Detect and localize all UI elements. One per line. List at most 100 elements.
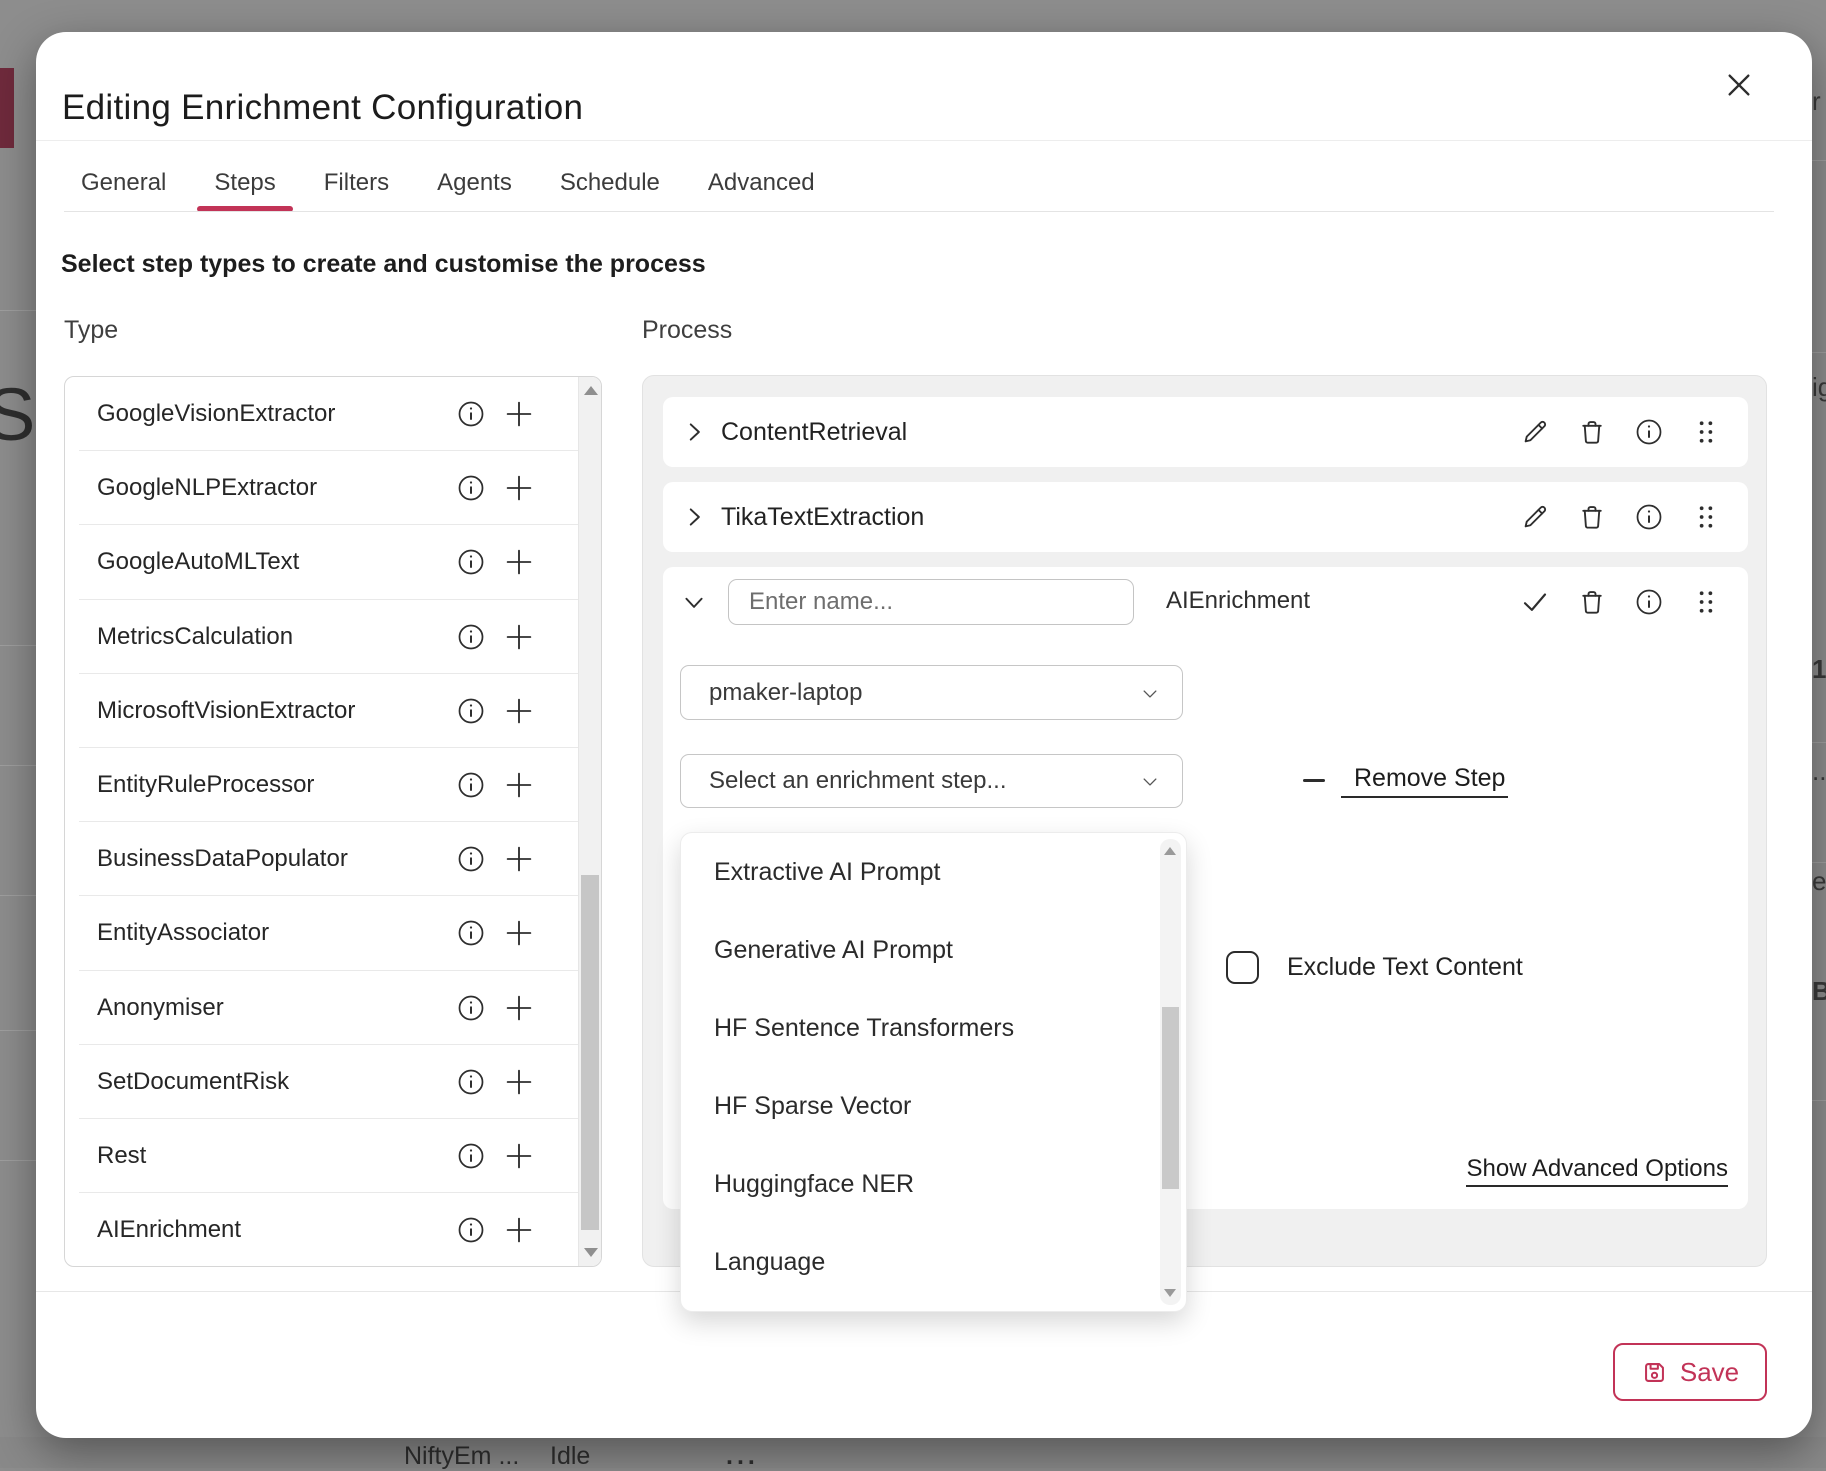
step-type-name: GoogleNLPExtractor xyxy=(97,474,317,502)
step-type-name: EntityRuleProcessor xyxy=(97,771,314,799)
tab-label: Advanced xyxy=(708,169,815,197)
background-text-fragment: B xyxy=(1812,976,1826,1007)
edit-pencil-icon[interactable] xyxy=(1519,502,1550,533)
step-name-input[interactable] xyxy=(728,579,1134,625)
confirm-check-icon[interactable] xyxy=(1519,586,1550,617)
add-step-icon[interactable] xyxy=(503,472,535,504)
show-advanced-options-link[interactable]: Show Advanced Options xyxy=(1466,1155,1728,1187)
add-step-icon[interactable] xyxy=(503,917,535,949)
dropdown-option[interactable]: Extractive AI Prompt xyxy=(681,833,1156,911)
exclude-text-content-checkbox[interactable] xyxy=(1226,951,1259,984)
add-step-icon[interactable] xyxy=(503,992,535,1024)
info-icon[interactable] xyxy=(455,992,487,1024)
dropdown-option[interactable]: Generative AI Prompt xyxy=(681,911,1156,989)
info-icon[interactable] xyxy=(1633,586,1664,617)
remove-step-button[interactable]: Remove Step xyxy=(1303,753,1508,808)
process-step-row[interactable]: ContentRetrieval xyxy=(663,397,1748,467)
info-icon[interactable] xyxy=(455,769,487,801)
dropdown-option-label: Generative AI Prompt xyxy=(714,936,953,965)
add-step-icon[interactable] xyxy=(503,1140,535,1172)
scroll-down-arrow-icon[interactable] xyxy=(584,1248,598,1257)
background-text-fragment: Idle xyxy=(550,1442,590,1471)
step-type-row: SetDocumentRisk xyxy=(65,1045,577,1119)
chevron-right-icon[interactable] xyxy=(681,504,707,530)
info-icon[interactable] xyxy=(1633,417,1664,448)
background-row-divider xyxy=(1812,862,1826,863)
step-type-name: MetricsCalculation xyxy=(97,623,293,651)
add-step-icon[interactable] xyxy=(503,695,535,727)
dropdown-scrollbar[interactable] xyxy=(1160,839,1181,1305)
save-floppy-icon xyxy=(1641,1359,1668,1386)
scroll-up-arrow-icon[interactable] xyxy=(584,386,598,395)
enrichment-step-select[interactable]: Select an enrichment step... xyxy=(680,754,1183,808)
scroll-up-arrow-icon[interactable] xyxy=(1164,847,1176,855)
info-icon[interactable] xyxy=(455,1140,487,1172)
chevron-down-icon[interactable] xyxy=(681,589,707,615)
add-step-icon[interactable] xyxy=(503,769,535,801)
info-icon[interactable] xyxy=(455,695,487,727)
info-icon[interactable] xyxy=(455,1214,487,1246)
dropdown-option[interactable]: HF Sparse Vector xyxy=(681,1067,1156,1145)
step-type-row: EntityAssociator xyxy=(65,896,577,970)
step-type-name: GoogleAutoMLText xyxy=(97,548,299,576)
process-step-name: ContentRetrieval xyxy=(721,418,907,447)
close-icon xyxy=(1723,69,1755,101)
delete-trash-icon[interactable] xyxy=(1576,417,1607,448)
scrollbar-thumb[interactable] xyxy=(1162,1007,1179,1189)
info-icon[interactable] xyxy=(455,917,487,949)
info-icon[interactable] xyxy=(455,472,487,504)
add-step-icon[interactable] xyxy=(503,398,535,430)
remove-step-label: Remove Step xyxy=(1341,764,1508,798)
step-type-rows: GoogleVisionExtractor GoogleNLPExtractor xyxy=(65,377,577,1266)
add-step-icon[interactable] xyxy=(503,1066,535,1098)
info-icon[interactable] xyxy=(455,621,487,653)
step-type-name: GoogleVisionExtractor xyxy=(97,400,335,428)
info-icon[interactable] xyxy=(1633,502,1664,533)
dropdown-option-label: HF Sparse Vector xyxy=(714,1092,911,1121)
chevron-right-icon[interactable] xyxy=(681,419,707,445)
info-icon[interactable] xyxy=(455,1066,487,1098)
step-type-list: GoogleVisionExtractor GoogleNLPExtractor xyxy=(64,376,602,1267)
background-text-fragment: ig xyxy=(1812,372,1826,403)
edit-pencil-icon[interactable] xyxy=(1519,417,1550,448)
process-step-row[interactable]: TikaTextExtraction xyxy=(663,482,1748,552)
tab[interactable]: Agents xyxy=(420,154,529,212)
dropdown-option[interactable]: Huggingface NER xyxy=(681,1145,1156,1223)
dropdown-option[interactable]: HF Sentence Transformers xyxy=(681,989,1156,1067)
step-type-row: AIEnrichment xyxy=(65,1193,577,1267)
background-row-divider xyxy=(0,895,36,896)
scrollbar-thumb[interactable] xyxy=(581,875,599,1231)
background-row-divider xyxy=(0,1160,36,1161)
save-button[interactable]: Save xyxy=(1613,1343,1767,1401)
tab[interactable]: Steps xyxy=(197,154,292,212)
step-type-row: EntityRuleProcessor xyxy=(65,748,577,822)
tab[interactable]: General xyxy=(64,154,183,212)
dropdown-options: Extractive AI Prompt Generative AI Promp… xyxy=(681,833,1156,1311)
background-table-row: NiftyEm ... Idle ... xyxy=(0,1437,1826,1468)
dropdown-option-label: Extractive AI Prompt xyxy=(714,858,940,887)
dropdown-option[interactable]: Language xyxy=(681,1223,1156,1301)
add-step-icon[interactable] xyxy=(503,621,535,653)
tab-label: Schedule xyxy=(560,169,660,197)
close-button[interactable] xyxy=(1716,62,1762,108)
add-step-icon[interactable] xyxy=(503,546,535,578)
info-icon[interactable] xyxy=(455,843,487,875)
tab[interactable]: Filters xyxy=(307,154,406,212)
drag-handle-icon[interactable] xyxy=(1690,502,1721,533)
info-icon[interactable] xyxy=(455,398,487,430)
connector-select[interactable]: pmaker-laptop xyxy=(680,665,1183,720)
background-row-divider xyxy=(0,1030,36,1031)
type-list-scrollbar[interactable] xyxy=(578,377,601,1266)
dialog-title: Editing Enrichment Configuration xyxy=(62,88,583,128)
info-icon[interactable] xyxy=(455,546,487,578)
drag-handle-icon[interactable] xyxy=(1690,417,1721,448)
scroll-down-arrow-icon[interactable] xyxy=(1164,1289,1176,1297)
drag-handle-icon[interactable] xyxy=(1690,586,1721,617)
edit-enrichment-dialog: Editing Enrichment Configuration General… xyxy=(36,32,1812,1438)
delete-trash-icon[interactable] xyxy=(1576,502,1607,533)
add-step-icon[interactable] xyxy=(503,1214,535,1246)
add-step-icon[interactable] xyxy=(503,843,535,875)
tab[interactable]: Schedule xyxy=(543,154,677,212)
tab[interactable]: Advanced xyxy=(691,154,832,212)
delete-trash-icon[interactable] xyxy=(1576,586,1607,617)
